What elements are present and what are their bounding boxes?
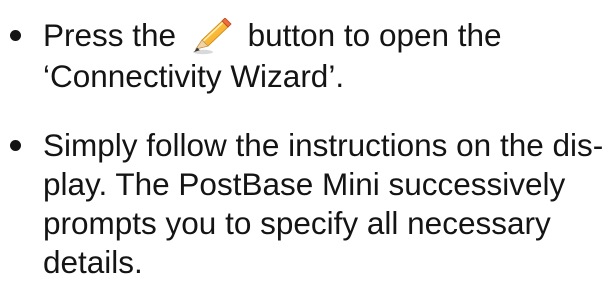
bullet-line: Simply follow the instructions on the di… bbox=[43, 126, 615, 165]
instructions-document: Press the button to open the ‘Connectivi… bbox=[0, 0, 615, 280]
bullet-item-open-wizard: Press the button to open the ‘Connectivi… bbox=[0, 0, 615, 110]
bullet-line: details. bbox=[43, 243, 615, 282]
pencil-icon bbox=[189, 17, 233, 56]
step2-line-4: details. bbox=[43, 244, 143, 280]
bullet-line: prompts you to specify all necessary bbox=[43, 204, 615, 243]
bullet-dot bbox=[10, 30, 21, 41]
step2-line-1: Simply follow the instructions on the di… bbox=[43, 127, 604, 163]
step2-line-3: prompts you to specify all necessary bbox=[43, 205, 551, 241]
bullet-line: ‘Connectivity Wizard’. bbox=[43, 57, 615, 96]
bullet-item-follow-instructions: Simply follow the instructions on the di… bbox=[0, 110, 615, 280]
step1-text-after-icon: button to open the bbox=[247, 17, 502, 53]
step2-line-2: play. The PostBase Mini successively bbox=[43, 166, 566, 202]
step1-wizard-name: ‘Connectivity Wizard’. bbox=[43, 58, 345, 94]
step1-text-before-icon: Press the bbox=[43, 17, 177, 53]
bullet-dot bbox=[10, 140, 21, 151]
bullet-line: Press the button to open the bbox=[43, 16, 615, 56]
bullet-line: play. The PostBase Mini successively bbox=[43, 165, 615, 204]
